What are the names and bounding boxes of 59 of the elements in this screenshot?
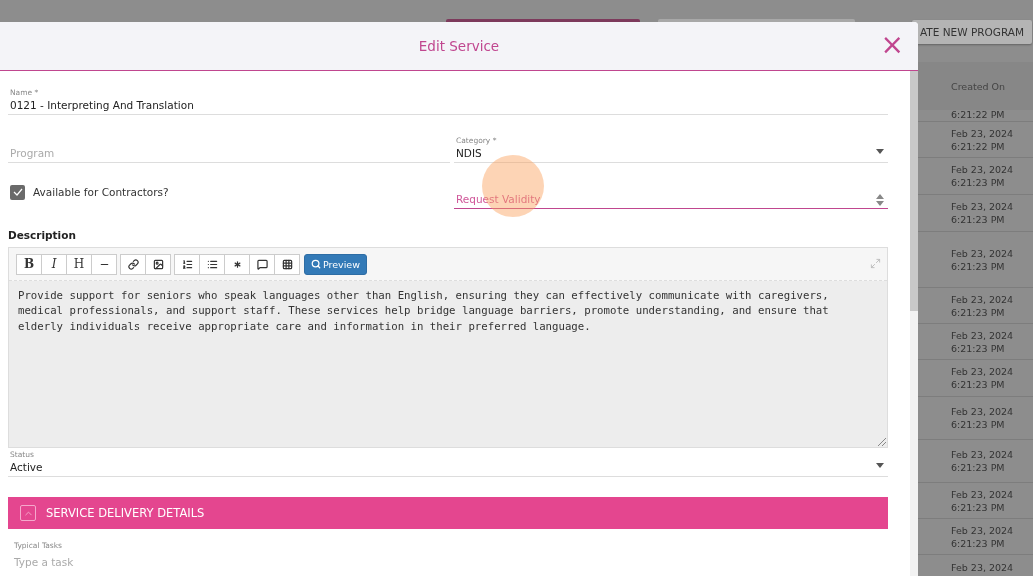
table-cell-text: Feb 23, 2024 <box>951 292 1015 306</box>
table-cell-text: 6:21:23 PM <box>951 378 1006 391</box>
table-cell-text: 6:21:23 PM <box>951 500 1006 514</box>
table-cell-text: 6:21:23 PM <box>951 536 1006 550</box>
table-cell-text: Feb 23, 2024 <box>951 487 1015 501</box>
table-cell-text: 6:21:23 PM <box>951 213 1006 226</box>
table-cell-text: Feb 23, 2024 <box>951 561 1015 574</box>
request-validity-field[interactable]: Request Validity <box>454 163 888 209</box>
checkbox[interactable] <box>10 184 25 200</box>
table-cell-text: Feb 23, 2024 <box>951 126 1015 140</box>
table-cell-text: 6:21:22 PM <box>951 139 1006 153</box>
list-icon <box>206 258 218 270</box>
format-button[interactable] <box>224 253 250 275</box>
close-button[interactable]: × <box>878 32 906 58</box>
table-cell-text: 6:21:23 PM <box>951 305 1006 319</box>
dropdown-caret-icon <box>876 463 884 468</box>
format-button[interactable] <box>120 253 146 275</box>
table-cell-text: 6:21:23 PM <box>951 418 1006 431</box>
section-header[interactable]: SERVICE DELIVERY DETAILS <box>8 497 888 529</box>
table-cell-text: 6:21:23 PM <box>951 176 1006 189</box>
image-icon <box>152 258 164 270</box>
table-cell-text: 6:21:23 PM <box>951 259 1006 273</box>
table-cell-text: Feb 23, 2024 <box>951 365 1015 378</box>
table-cell-text: Feb 23, 2024 <box>951 163 1015 176</box>
table-cell-text: Feb 23, 2024 <box>951 523 1015 537</box>
chevron-up-icon <box>20 505 36 521</box>
format-button[interactable] <box>249 253 275 275</box>
checkbox-label: Available for Contractors? <box>33 186 169 198</box>
table-cell-text: 6:21:23 PM <box>951 461 1006 474</box>
format-button[interactable] <box>174 253 200 275</box>
resize-handle-icon[interactable] <box>878 438 886 446</box>
grid-icon <box>281 258 293 270</box>
preview-button[interactable]: Preview <box>304 253 367 275</box>
create-program-button[interactable]: ATE NEW PROGRAM <box>912 20 1032 44</box>
link-icon <box>127 258 139 270</box>
dropdown-caret-icon <box>876 149 884 154</box>
format-button[interactable] <box>145 253 171 275</box>
section-title: SERVICE DELIVERY DETAILS <box>46 506 205 520</box>
table-cell-text: 6:21:23 PM <box>951 341 1006 355</box>
spinner-icon <box>876 194 884 206</box>
format-button[interactable]: I <box>41 253 67 275</box>
table-cell-text: Feb 23, 2024 <box>951 448 1015 461</box>
format-button[interactable] <box>274 253 300 275</box>
table-cell-text: Feb 23, 2024 <box>951 200 1015 213</box>
ordered-icon <box>181 258 193 270</box>
column-header: Created On <box>951 80 1006 92</box>
table-cell-text: Feb 23, 2024 <box>951 405 1015 418</box>
format-button[interactable] <box>199 253 225 275</box>
description-label: Description <box>8 229 77 241</box>
format-button[interactable]: B <box>16 253 42 275</box>
table-cell-text: Feb 23, 2024 <box>951 328 1015 342</box>
format-button[interactable]: H <box>66 253 92 275</box>
table-cell-text: Feb 23, 2024 <box>951 246 1015 260</box>
scrollbar[interactable] <box>910 71 918 576</box>
comment-icon <box>256 258 268 270</box>
search-icon <box>311 259 321 269</box>
description-text[interactable]: Provide support for seniors who speak languages other than English, ensuring they can effectively communicate with caregivers, medical professionals, and support staff. These services help bridge language barriers, promote understanding, and ensure that elderly individuals receive appropriate care and information in their preferred language. <box>9 281 887 447</box>
dialog-title: Edit Service <box>418 38 500 54</box>
table-cell-text: 6:21:22 PM <box>951 108 1006 121</box>
